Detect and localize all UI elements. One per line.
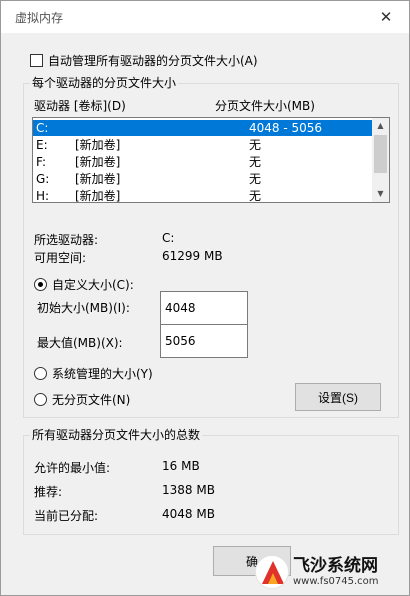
scroll-down-icon[interactable]: ▼ (372, 186, 389, 202)
drive-letter: G: (36, 172, 50, 186)
initial-size-input[interactable] (160, 291, 248, 325)
site-logo (255, 555, 289, 589)
drive-row-f[interactable]: F: [新加卷] 无 (33, 154, 373, 170)
drive-paging-size: 无 (249, 189, 262, 203)
site-watermark: 飞沙系统网 www.fs0745.com (255, 548, 410, 596)
system-managed-label: 系统管理的大小(Y) (52, 367, 153, 381)
scroll-thumb[interactable] (374, 135, 387, 173)
no-paging-radio[interactable] (34, 393, 47, 406)
title-bar[interactable]: 虚拟内存 ✕ (1, 1, 409, 33)
set-button[interactable]: 设置(S) (295, 383, 381, 411)
auto-manage-checkbox-row[interactable]: 自动管理所有驱动器的分页文件大小(A) (30, 52, 258, 69)
virtual-memory-dialog: 虚拟内存 ✕ 自动管理所有驱动器的分页文件大小(A) 每个驱动器的分页文件大小 … (0, 0, 410, 596)
min-allowed-value: 16 MB (162, 459, 200, 473)
watermark-url: www.fs0745.com (293, 576, 379, 587)
max-size-input[interactable] (160, 324, 248, 358)
selected-drive-label: 所选驱动器: (34, 233, 99, 247)
drive-volume-label: [新加卷] (75, 155, 121, 169)
drive-paging-size: 无 (249, 172, 262, 186)
scroll-up-icon[interactable]: ▲ (372, 118, 389, 134)
auto-manage-checkbox[interactable] (30, 54, 43, 67)
drive-row-g[interactable]: G: [新加卷] 无 (33, 171, 373, 187)
drive-paging-size: 无 (249, 138, 262, 152)
min-allowed-label: 允许的最小值: (34, 461, 111, 475)
drive-volume-label: [新加卷] (75, 172, 121, 186)
window-title: 虚拟内存 (15, 11, 64, 25)
recommended-value: 1388 MB (162, 483, 215, 497)
drive-column-header: 驱动器 [卷标](D) (34, 99, 126, 113)
drive-paging-size: 4048 - 5056 (249, 121, 323, 135)
custom-size-option[interactable]: 自定义大小(C): (34, 276, 134, 293)
totals-group-title: 所有驱动器分页文件大小的总数 (30, 428, 203, 442)
no-paging-label: 无分页文件(N) (52, 393, 131, 407)
drive-volume-label: [新加卷] (75, 189, 121, 203)
drive-row-h[interactable]: H: [新加卷] 无 (33, 188, 373, 203)
drive-list[interactable]: C: 4048 - 5056 E: [新加卷] 无 F: [新加卷] 无 G: … (32, 117, 390, 203)
drive-paging-size: 无 (249, 155, 262, 169)
watermark-title: 飞沙系统网 (293, 556, 378, 576)
initial-size-label: 初始大小(MB)(I): (37, 301, 130, 315)
close-icon[interactable]: ✕ (371, 5, 401, 29)
custom-size-label: 自定义大小(C): (52, 278, 134, 292)
drive-volume-label: [新加卷] (75, 138, 121, 152)
selected-drive-value: C: (162, 231, 175, 245)
drive-list-scrollbar[interactable]: ▲ ▼ (372, 118, 389, 202)
drive-letter: E: (36, 138, 48, 152)
system-managed-radio[interactable] (34, 367, 47, 380)
drive-letter: C: (36, 121, 49, 135)
no-paging-option[interactable]: 无分页文件(N) (34, 391, 130, 408)
drive-row-e[interactable]: E: [新加卷] 无 (33, 137, 373, 153)
recommended-label: 推荐: (34, 485, 63, 499)
free-space-label: 可用空间: (34, 251, 87, 265)
currently-allocated-value: 4048 MB (162, 507, 215, 521)
drive-letter: F: (36, 155, 47, 169)
custom-size-radio[interactable] (34, 278, 47, 291)
currently-allocated-label: 当前已分配: (34, 509, 99, 523)
max-size-label: 最大值(MB)(X): (37, 336, 123, 350)
drive-row-c[interactable]: C: 4048 - 5056 (33, 120, 373, 136)
auto-manage-label: 自动管理所有驱动器的分页文件大小(A) (48, 54, 258, 68)
free-space-value: 61299 MB (162, 249, 223, 263)
drives-group-title: 每个驱动器的分页文件大小 (30, 76, 179, 90)
drive-letter: H: (36, 189, 50, 203)
size-column-header: 分页文件大小(MB) (215, 99, 315, 113)
system-managed-option[interactable]: 系统管理的大小(Y) (34, 365, 153, 382)
logo-graphic (262, 561, 284, 584)
